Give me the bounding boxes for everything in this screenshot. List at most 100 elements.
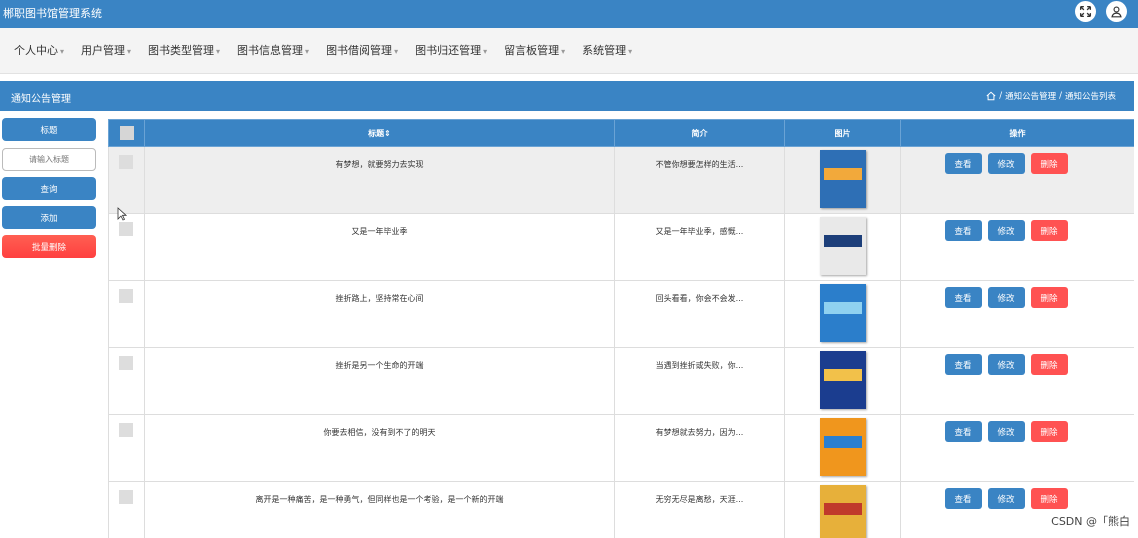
select-all-checkbox[interactable]: [119, 126, 134, 140]
title-filter-button[interactable]: 标题: [2, 118, 96, 141]
delete-button[interactable]: 删除: [1030, 153, 1068, 174]
row-brief: 当遇到挫折或失败，你...: [614, 347, 785, 415]
row-brief: 不管你想要怎样的生活...: [614, 146, 785, 214]
breadcrumb: / 通知公告管理 / 通知公告列表: [986, 90, 1116, 102]
delete-button[interactable]: 删除: [1030, 488, 1068, 509]
table-header-row: 标题⇕ 简介 图片 操作: [108, 119, 1134, 147]
title-search-input[interactable]: [2, 148, 96, 171]
chevron-down-icon: ▾: [394, 47, 399, 56]
page-header: 通知公告管理 / 通知公告管理 / 通知公告列表: [0, 81, 1134, 111]
view-button[interactable]: 查看: [944, 421, 982, 442]
csdn-watermark: CSDN @「熊白: [1051, 515, 1130, 528]
column-header-title[interactable]: 标题⇕: [144, 119, 615, 147]
row-brief: 无穷无尽是离愁，天涯...: [614, 481, 785, 538]
edit-button[interactable]: 修改: [987, 287, 1025, 308]
column-header-actions: 操作: [900, 119, 1134, 147]
view-button[interactable]: 查看: [944, 354, 982, 375]
page-title: 通知公告管理: [11, 94, 71, 105]
table-row: 你要去相信，没有到不了的明天 有梦想就去努力，因为... 查看 修改 删除: [108, 414, 1134, 482]
chevron-down-icon: ▾: [216, 47, 221, 56]
row-select-cell: [108, 481, 145, 538]
view-button[interactable]: 查看: [944, 153, 982, 174]
row-actions: 查看 修改 删除: [900, 146, 1134, 214]
view-button[interactable]: 查看: [944, 488, 982, 509]
delete-button[interactable]: 删除: [1030, 354, 1068, 375]
edit-button[interactable]: 修改: [987, 421, 1025, 442]
nav-item-system-management[interactable]: 系统管理 ▾: [582, 28, 632, 73]
main-nav: 个人中心 ▾ 用户管理 ▾ 图书类型管理 ▾ 图书信息管理 ▾ 图书借阅管理 ▾ 图书归还…: [0, 28, 1138, 74]
row-brief: 又是一年毕业季，感慨...: [614, 213, 785, 281]
row-checkbox[interactable]: [119, 490, 133, 504]
row-select-cell: [108, 213, 145, 281]
batch-delete-button[interactable]: 批量删除: [2, 235, 96, 258]
row-actions: 查看 修改 删除: [900, 213, 1134, 281]
row-actions: 查看 修改 删除: [900, 481, 1134, 538]
row-checkbox[interactable]: [119, 222, 133, 236]
book-cover-image: [819, 485, 866, 538]
breadcrumb-item-notice-list: 通知公告列表: [1064, 92, 1116, 102]
row-checkbox[interactable]: [119, 423, 133, 437]
edit-button[interactable]: 修改: [987, 354, 1025, 375]
book-cover-image: [819, 284, 866, 342]
notice-table: 标题⇕ 简介 图片 操作 有梦想，就要努力去实现 不管你想要怎样的生活... 查看修…: [108, 119, 1134, 538]
chevron-down-icon: ▾: [60, 47, 65, 56]
row-actions: 查看 修改 删除: [900, 414, 1134, 482]
row-brief: 回头看看，你会不会发...: [614, 280, 785, 348]
book-cover-image: [819, 217, 866, 275]
nav-item-user-management[interactable]: 用户管理 ▾: [81, 28, 131, 73]
edit-button[interactable]: 修改: [987, 488, 1025, 509]
view-button[interactable]: 查看: [944, 287, 982, 308]
row-select-cell: [108, 146, 145, 214]
nav-item-personal-center[interactable]: 个人中心 ▾: [14, 28, 64, 73]
nav-item-message-board-management[interactable]: 留言板管理 ▾: [504, 28, 565, 73]
delete-button[interactable]: 删除: [1030, 287, 1068, 308]
row-checkbox[interactable]: [119, 356, 133, 370]
add-button[interactable]: 添加: [2, 206, 96, 229]
row-title: 有梦想，就要努力去实现: [144, 146, 615, 214]
nav-item-book-return-management[interactable]: 图书归还管理 ▾: [415, 28, 487, 73]
column-header-brief: 简介: [614, 119, 785, 147]
chevron-down-icon: ▾: [628, 47, 633, 56]
home-icon[interactable]: [986, 91, 996, 101]
query-button[interactable]: 查询: [2, 177, 96, 200]
row-actions: 查看 修改 删除: [900, 347, 1134, 415]
breadcrumb-item-notice-management[interactable]: 通知公告管理: [1005, 90, 1056, 102]
nav-item-book-type-management[interactable]: 图书类型管理 ▾: [148, 28, 220, 73]
row-brief: 有梦想就去努力，因为...: [614, 414, 785, 482]
top-bar: 郴职图书馆管理系统: [0, 0, 1138, 28]
table-row: 挫折是另一个生命的开端 当遇到挫折或失败，你... 查看 修改 删除: [108, 347, 1134, 415]
app-title: 郴职图书馆管理系统: [3, 7, 102, 20]
view-button[interactable]: 查看: [944, 220, 982, 241]
row-select-cell: [108, 280, 145, 348]
nav-item-book-info-management[interactable]: 图书信息管理 ▾: [237, 28, 309, 73]
sort-icon: ⇕: [384, 128, 391, 138]
chevron-down-icon: ▾: [561, 47, 566, 56]
chevron-down-icon: ▾: [127, 47, 132, 56]
table-row: 有梦想，就要努力去实现 不管你想要怎样的生活... 查看 修改 删除: [108, 146, 1134, 214]
mouse-cursor-icon: [117, 207, 127, 221]
chevron-down-icon: ▾: [483, 47, 488, 56]
row-title: 离开是一种痛苦，是一种勇气，但同样也是一个考验，是一个新的开端: [144, 481, 615, 538]
row-title: 挫折路上，坚持常在心间: [144, 280, 615, 348]
edit-button[interactable]: 修改: [987, 153, 1025, 174]
table-row: 又是一年毕业季 又是一年毕业季，感慨... 查看 修改 删除: [108, 213, 1134, 281]
book-cover-image: [819, 418, 866, 476]
book-cover-image: [819, 150, 866, 208]
row-title: 你要去相信，没有到不了的明天: [144, 414, 615, 482]
row-title: 又是一年毕业季: [144, 213, 615, 281]
delete-button[interactable]: 删除: [1030, 220, 1068, 241]
row-select-cell: [108, 414, 145, 482]
row-title: 挫折是另一个生命的开端: [144, 347, 615, 415]
column-header-picture: 图片: [784, 119, 901, 147]
row-checkbox[interactable]: [119, 289, 133, 303]
book-cover-image: [819, 351, 866, 409]
row-checkbox[interactable]: [119, 155, 133, 169]
edit-button[interactable]: 修改: [987, 220, 1025, 241]
fullscreen-icon[interactable]: [1075, 1, 1096, 22]
nav-item-book-borrow-management[interactable]: 图书借阅管理 ▾: [326, 28, 398, 73]
row-select-cell: [108, 347, 145, 415]
table-row: 挫折路上，坚持常在心间 回头看看，你会不会发... 查看 修改 删除: [108, 280, 1134, 348]
user-icon[interactable]: [1106, 1, 1127, 22]
select-all-header: [108, 119, 145, 147]
delete-button[interactable]: 删除: [1030, 421, 1068, 442]
